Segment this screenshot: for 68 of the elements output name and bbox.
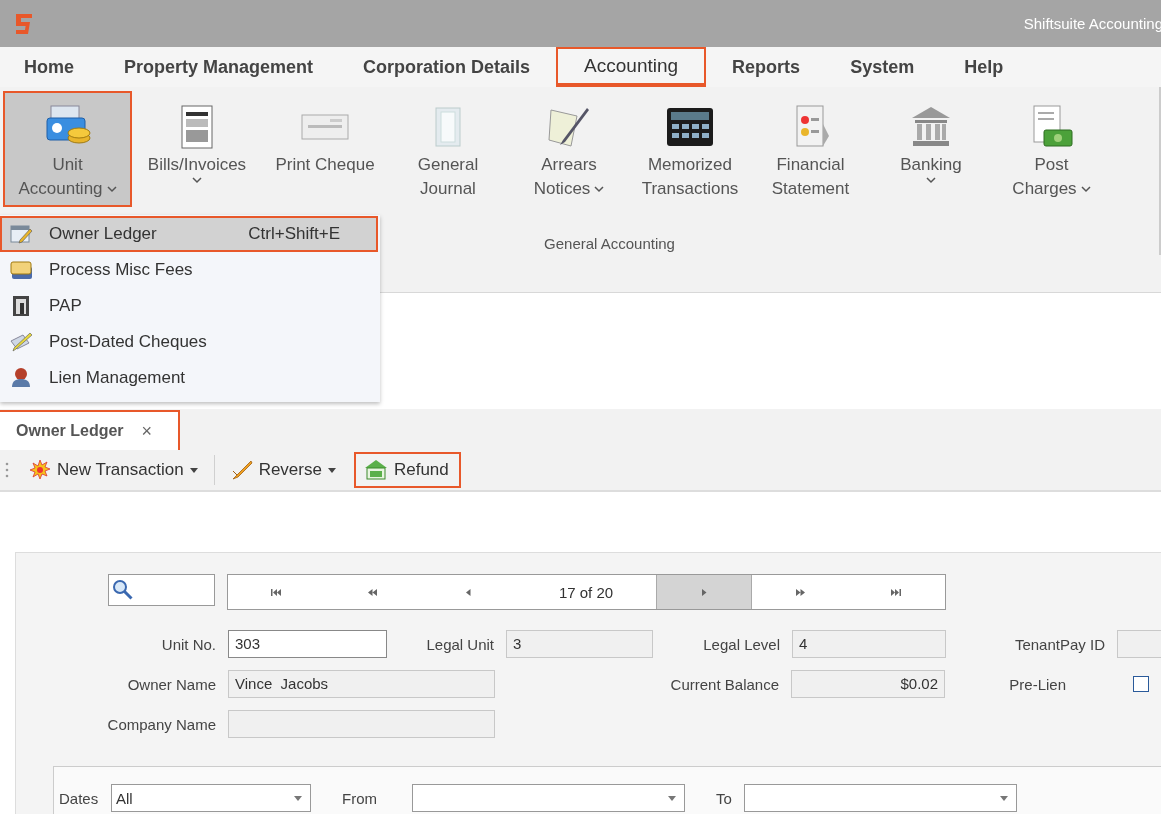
ribbon-button[interactable]: Unit Accounting	[5, 93, 130, 205]
caret-icon	[294, 795, 302, 801]
menu-tab[interactable]: Accounting	[558, 49, 705, 85]
menu-item[interactable]: PAP	[0, 288, 378, 324]
menu-item[interactable]: Owner Ledger Ctrl+Shift+E	[0, 216, 378, 252]
ribbon-button[interactable]: Financial Statement	[752, 93, 869, 205]
input-field: Vince Jacobs	[228, 670, 495, 698]
caret-icon	[668, 795, 676, 801]
calendar-pen-icon	[10, 223, 34, 245]
tab-label: Owner Ledger	[16, 422, 124, 440]
money-house-icon	[363, 459, 388, 481]
ribbon-button[interactable]: Memorized Transactions	[634, 93, 746, 205]
close-button[interactable]: ×	[141, 420, 153, 442]
grip-icon	[5, 462, 9, 478]
input-field[interactable]: 303	[228, 630, 387, 658]
ribbon-button[interactable]: Post Charges	[993, 93, 1110, 205]
menu-tab[interactable]: System	[828, 49, 937, 85]
first-icon	[271, 588, 281, 596]
menu-tab[interactable]: Corporation Details	[341, 49, 553, 85]
field-label: Legal Level	[703, 635, 780, 653]
field-label: Legal Unit	[426, 635, 494, 653]
menu-item[interactable]: Lien Management	[0, 360, 378, 396]
ribbon-button[interactable]: Banking	[875, 93, 987, 205]
search-icon	[112, 579, 134, 601]
document-tab[interactable]: Owner Ledger ×	[0, 410, 180, 450]
ribbon-button[interactable]: Print Cheque	[264, 93, 386, 205]
dropdown-field[interactable]	[744, 784, 1017, 812]
starburst-icon	[29, 459, 51, 481]
menu-tab[interactable]: Reports	[710, 49, 823, 85]
toolbar-button[interactable]: Refund	[353, 452, 461, 488]
field-label: Unit No.	[161, 635, 216, 653]
field-label: TenantPay ID	[1014, 635, 1105, 653]
dropdown-field[interactable]: All	[111, 784, 311, 812]
caret-icon	[1000, 795, 1008, 801]
rewind-icon	[367, 588, 377, 596]
record-position: 17 of 20	[557, 582, 615, 603]
filter-label: Dates	[59, 789, 99, 807]
fast-forward-icon	[795, 588, 805, 596]
filter-label: From	[342, 789, 377, 807]
menu-tab[interactable]: Property Management	[102, 49, 336, 85]
group-label: General Accounting	[544, 235, 675, 252]
previous-icon	[465, 588, 471, 596]
next-icon	[701, 588, 707, 596]
input-field: 3	[506, 630, 653, 658]
last-icon	[891, 588, 901, 596]
menu-item[interactable]: Post-Dated Cheques	[0, 324, 378, 360]
menu-tab[interactable]: Help	[942, 49, 1026, 85]
menu-item[interactable]: Process Misc Fees	[0, 252, 378, 288]
menu-tab[interactable]: Home	[0, 49, 96, 85]
field-label: Company Name	[107, 715, 216, 733]
ribbon-button[interactable]: General Journal	[392, 93, 504, 205]
dropdown-field[interactable]	[412, 784, 685, 812]
ribbon-button[interactable]: Bills/Invoices	[136, 93, 258, 205]
checkbox[interactable]	[1133, 676, 1149, 692]
pen-icon	[10, 331, 34, 353]
field-label: Pre-Lien	[1009, 675, 1066, 693]
pen-icon	[230, 459, 253, 481]
field-label: Owner Name	[127, 675, 216, 693]
envelope-icon	[10, 259, 34, 281]
search-field[interactable]	[108, 574, 215, 606]
input-field: 4	[792, 630, 946, 658]
field-label: Current Balance	[670, 675, 779, 693]
filter-label: To	[716, 789, 732, 807]
input-field: $0.02	[791, 670, 945, 698]
ribbon-button[interactable]: Arrears Notices	[510, 93, 628, 205]
toolbar-button[interactable]: New Transaction	[23, 452, 204, 488]
toolbar-button[interactable]: Reverse	[224, 452, 342, 488]
navigation-button[interactable]	[656, 575, 752, 609]
